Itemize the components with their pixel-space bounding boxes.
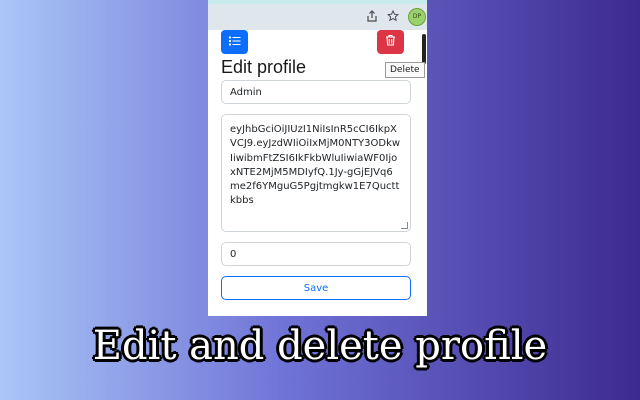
save-button[interactable]: Save bbox=[221, 276, 411, 300]
share-icon[interactable] bbox=[366, 10, 378, 25]
extension-popup: DP Delete Edit profile Admin eyJhbGciOiJ… bbox=[208, 0, 427, 316]
delete-button[interactable] bbox=[377, 30, 404, 54]
extension-avatar-icon[interactable]: DP bbox=[408, 8, 426, 26]
star-icon[interactable] bbox=[386, 9, 400, 25]
browser-toolbar: DP bbox=[208, 0, 427, 30]
trash-icon bbox=[385, 33, 396, 51]
token-text: eyJhbGciOiJIUzI1NiIsInR5cCI6IkpXVCJ9.eyJ… bbox=[230, 124, 401, 207]
resize-handle[interactable] bbox=[401, 222, 408, 229]
list-button[interactable] bbox=[221, 30, 248, 54]
list-icon bbox=[228, 33, 241, 51]
scrollbar-thumb[interactable] bbox=[422, 34, 426, 64]
number-input[interactable]: 0 bbox=[221, 242, 411, 266]
token-textarea[interactable]: eyJhbGciOiJIUzI1NiIsInR5cCI6IkpXVCJ9.eyJ… bbox=[221, 114, 411, 232]
name-input[interactable]: Admin bbox=[221, 80, 411, 104]
caption-title: Edit and delete profile bbox=[92, 323, 548, 369]
page-title: Edit profile bbox=[221, 57, 307, 77]
delete-tooltip: Delete bbox=[385, 62, 425, 78]
